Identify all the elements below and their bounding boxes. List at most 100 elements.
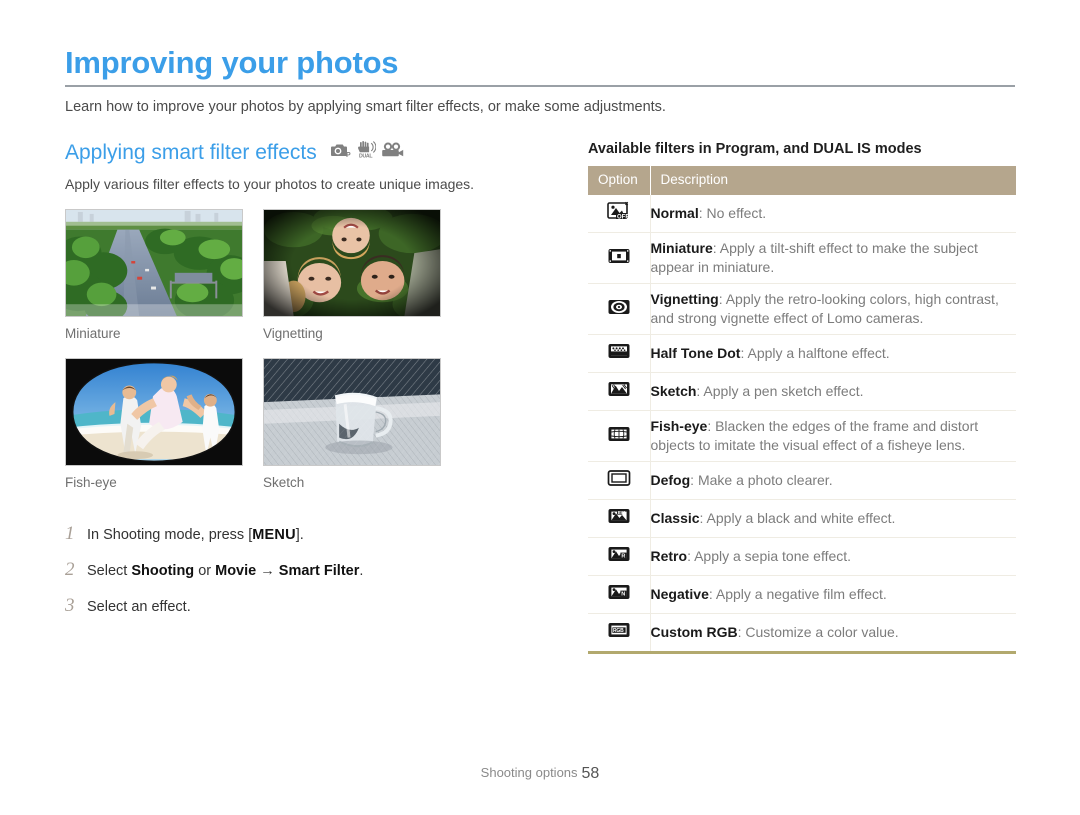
page-number: 58 [581,765,600,782]
table-row: Vignetting: Apply the retro-looking colo… [588,283,1016,335]
menu-key-label: MENU [252,527,296,543]
section-header: Applying smart filter effects P DUAL [65,140,555,166]
option-desc-text: : Apply a pen sketch effect. [696,383,864,399]
option-desc-text: : No effect. [698,205,767,221]
header-option: Option [588,166,651,195]
sample-cell-vignetting: Vignetting [263,209,441,342]
svg-text:DUAL: DUAL [359,154,373,159]
option-description: Half Tone Dot: Apply a halftone effect. [650,334,1016,373]
table-row: Miniature: Apply a tilt-shift effect to … [588,232,1016,284]
step-text: Select Shooting or Movie → Smart Filter. [87,560,363,582]
mode-icon-group: P DUAL [330,141,404,165]
option-icon-cell: RGB [588,613,651,654]
custom-rgb-icon: RGB [607,620,631,645]
svg-text:RGB: RGB [613,628,624,634]
filters-table-body: OFF Normal: No effect. Miniature: Apply … [588,195,1016,654]
option-desc-text: : Customize a color value. [737,624,899,640]
step-2-post: . [359,563,364,579]
title-divider [65,85,1015,87]
table-row: Fish-eye: Blacken the edges of the frame… [588,410,1016,462]
step-number: 2 [65,559,75,580]
svg-text:N: N [621,591,625,597]
option-description: Normal: No effect. [650,195,1016,233]
step-2-pre: Select [87,563,132,579]
table-row: R Retro: Apply a sepia tone effect. [588,537,1016,576]
sample-sketch [263,358,441,466]
option-desc-text: : Apply a halftone effect. [740,345,890,361]
movie-mode-icon [381,142,404,163]
filters-table-head: Option Description [588,166,1016,195]
right-column: Available filters in Program, and DUAL I… [588,140,1016,654]
steps-list: 1 In Shooting mode, press [MENU]. 2 Sele… [65,523,555,618]
step-1-post: ]. [295,527,304,543]
option-icon-cell [588,372,651,411]
option-name: Classic [650,510,700,526]
sample-caption: Miniature [65,326,121,341]
option-description: Sketch: Apply a pen sketch effect. [650,372,1016,411]
option-icon-cell: R [588,537,651,576]
table-row: Sketch: Apply a pen sketch effect. [588,372,1016,411]
page-footer: Shooting options 58 [0,765,1080,783]
option-name: Retro [650,548,688,564]
left-column: Applying smart filter effects P DUAL App… [65,140,555,631]
option-desc-text: : Make a photo clearer. [690,472,833,488]
option-icon-cell [588,410,651,462]
option-desc-text: : Apply a negative film effect. [708,586,887,602]
dual-is-mode-icon: DUAL [357,141,377,163]
option-name: Miniature [650,240,713,256]
step-3: 3 Select an effect. [65,595,555,618]
sample-gallery: Miniature Vignetting Fish-eye Sketch [65,209,555,491]
half-tone-dot-icon [607,341,631,366]
program-mode-icon: P [330,142,351,163]
option-name: Vignetting [650,291,719,307]
option-description: Defog: Make a photo clearer. [650,461,1016,500]
section-title: Applying smart filter effects [65,141,317,164]
option-desc-text: : Apply a black and white effect. [699,510,896,526]
fish-eye-icon [607,424,631,449]
option-description: Vignetting: Apply the retro-looking colo… [650,283,1016,335]
option-desc-text: : Apply a sepia tone effect. [687,548,852,564]
sample-row-1: Miniature Vignetting [65,209,555,342]
negative-icon: N [607,582,631,607]
table-row: BW Classic: Apply a black and white effe… [588,499,1016,538]
filters-table: Option Description OFF Normal: No effect… [588,166,1016,654]
option-icon-cell [588,461,651,500]
sample-vignetting [263,209,441,317]
option-icon-cell [588,232,651,284]
option-icon-cell [588,283,651,335]
option-icon-cell: N [588,575,651,614]
sample-cell-sketch: Sketch [263,358,441,491]
table-row: Half Tone Dot: Apply a halftone effect. [588,334,1016,373]
table-row: N Negative: Apply a negative film effect… [588,575,1016,614]
sample-caption: Fish-eye [65,475,117,490]
option-description: Miniature: Apply a tilt-shift effect to … [650,232,1016,284]
menu-shooting-label: Shooting [131,563,195,579]
defog-icon [607,468,631,493]
option-description: Custom RGB: Customize a color value. [650,613,1016,654]
svg-text:P: P [346,152,351,158]
step-text: Select an effect. [87,599,191,615]
title-block: Improving your photos Learn how to impro… [65,45,1015,117]
sketch-icon [607,379,631,404]
normal-off-icon: OFF [606,201,631,226]
option-description: Retro: Apply a sepia tone effect. [650,537,1016,576]
sample-miniature [65,209,243,317]
table-row: Defog: Make a photo clearer. [588,461,1016,500]
option-description: Negative: Apply a negative film effect. [650,575,1016,614]
miniature-icon [607,246,631,271]
step-2-arrow: → [256,563,279,579]
table-header-row: Option Description [588,166,1016,195]
sample-cell-fisheye: Fish-eye [65,358,243,491]
step-2-mid: or [194,563,216,579]
step-number: 3 [65,595,75,616]
step-text: In Shooting mode, press [MENU]. [87,524,304,546]
option-name: Fish-eye [650,418,708,434]
sample-caption: Vignetting [263,326,323,341]
sample-caption: Sketch [263,475,305,490]
manual-page: Improving your photos Learn how to impro… [0,0,1080,815]
option-name: Sketch [650,383,697,399]
page-title: Improving your photos [65,45,399,80]
intro-text: Learn how to improve your photos by appl… [65,99,666,115]
vignetting-icon [607,297,631,322]
header-description: Description [650,166,1016,195]
